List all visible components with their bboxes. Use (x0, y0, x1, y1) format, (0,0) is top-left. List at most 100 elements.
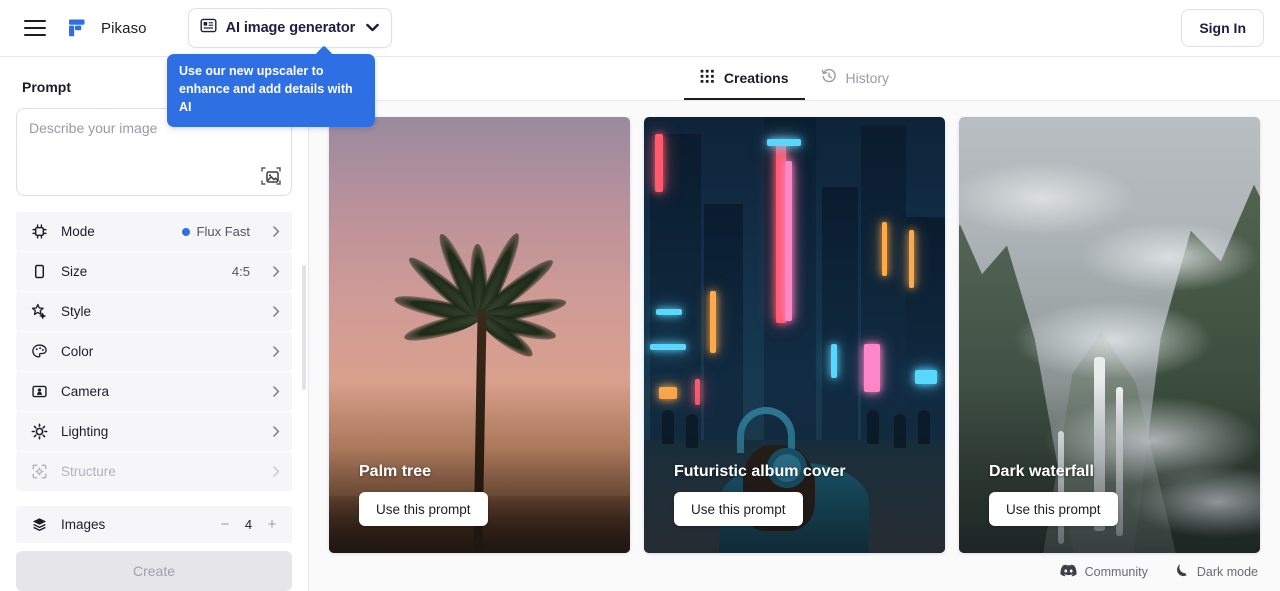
ai-image-generator-icon (200, 17, 217, 39)
sidebar-option-label: Camera (61, 384, 110, 400)
tab-label: Creations (723, 69, 789, 86)
structure-icon (30, 463, 48, 481)
use-this-prompt-button[interactable]: Use this prompt (674, 492, 803, 526)
footer-label: Community (1084, 565, 1148, 579)
waterfall-mist (959, 160, 1137, 235)
chip-svg (31, 224, 47, 239)
product-switcher-label: AI image generator (225, 20, 356, 36)
chevron-down-svg (365, 23, 379, 32)
layers-icon (30, 516, 48, 534)
sidebar-option-label: Size (61, 264, 88, 280)
sidebar-option-label: Structure (61, 464, 116, 480)
sidebar-scrollbar[interactable] (302, 265, 306, 390)
waterfall-mist (1013, 300, 1214, 381)
grid-svg (700, 69, 714, 83)
discord-svg (1060, 564, 1077, 577)
sidebar-option-value-mode: Flux Fast (181, 224, 250, 239)
sidebar-option-camera[interactable]: Camera (16, 372, 292, 412)
use-this-prompt-button[interactable]: Use this prompt (989, 492, 1118, 526)
images-increment-button[interactable]: + (266, 517, 278, 532)
community-link[interactable]: Community (1060, 564, 1148, 580)
neon-sign (908, 230, 914, 289)
main-panel: Creations History Palm tree Use this pro… (309, 57, 1280, 591)
sun-svg (31, 423, 47, 440)
chip-icon (30, 223, 48, 241)
chevron-right-icon (273, 306, 280, 318)
tooltip-text: Use our new upscaler to enhance and add … (179, 64, 353, 114)
neon-sign (914, 369, 937, 384)
rectangle-icon (30, 263, 48, 281)
chevron-right-icon (273, 226, 280, 238)
sparkle-star-svg (31, 304, 46, 320)
creation-card-dark-waterfall[interactable]: Dark waterfall Use this prompt (959, 117, 1260, 553)
tab-bar: Creations History (309, 57, 1280, 101)
hamburger-bar (24, 27, 46, 29)
tab-history[interactable]: History (805, 57, 906, 100)
sidebar-option-lighting[interactable]: Lighting (16, 412, 292, 452)
use-this-prompt-button[interactable]: Use this prompt (359, 492, 488, 526)
ai-image-generator-svg (200, 18, 217, 33)
neon-sign (767, 138, 802, 146)
grid-icon (700, 69, 715, 87)
sidebar-option-value-size: 4:5 (231, 264, 250, 280)
footer-label: Dark mode (1196, 565, 1258, 579)
top-bar: Pikaso AI image generator Sign In (0, 0, 1280, 57)
camera-frame-icon (30, 383, 48, 401)
creation-card-palm-tree[interactable]: Palm tree Use this prompt (329, 117, 630, 553)
create-button[interactable]: Create (16, 551, 292, 591)
images-label: Images (61, 517, 106, 533)
app-root: Pikaso AI image generator Sign In Use ou… (0, 0, 1280, 591)
product-switcher-button[interactable]: AI image generator (187, 8, 392, 48)
chevron-right-icon (273, 346, 280, 358)
history-clock-svg (821, 68, 836, 83)
images-decrement-button[interactable]: − (219, 517, 231, 532)
images-count-row: Images − 4 + (16, 506, 292, 544)
upscaler-tooltip[interactable]: Use our new upscaler to enhance and add … (167, 45, 375, 128)
app-body: Prompt Describe your image Mode Flux Fas… (0, 57, 1280, 591)
sidebar-option-mode[interactable]: Mode Flux Fast (16, 212, 292, 252)
main-footer: Community Dark mode (309, 555, 1280, 591)
sun-icon (30, 423, 48, 441)
hamburger-bar (24, 34, 46, 36)
chevron-down-icon[interactable] (365, 19, 379, 37)
camera-frame-svg (31, 386, 47, 398)
palette-svg (31, 344, 47, 358)
tab-label: History (845, 69, 890, 86)
creation-card-futuristic-album-cover[interactable]: Futuristic album cover Use this prompt (644, 117, 945, 553)
neon-sign (656, 308, 683, 315)
neon-sign (830, 343, 837, 378)
sidebar-option-color[interactable]: Color (16, 332, 292, 372)
chevron-right-icon (273, 266, 280, 278)
sign-in-button[interactable]: Sign In (1181, 9, 1264, 47)
dark-mode-toggle[interactable]: Dark mode (1174, 563, 1258, 581)
creations-gallery: Palm tree Use this prompt Futuristic alb… (309, 101, 1280, 555)
sidebar-option-label: Style (61, 304, 92, 320)
layers-svg (32, 518, 46, 532)
neon-sign (654, 134, 663, 193)
sidebar-option-style[interactable]: Style (16, 292, 292, 332)
sidebar-inner: Prompt Describe your image Mode Flux Fas… (0, 57, 308, 591)
sidebar-option-label: Lighting (61, 424, 109, 440)
sparkle-star-icon (30, 303, 48, 321)
images-count-value: 4 (244, 517, 253, 533)
hamburger-menu-icon[interactable] (24, 20, 46, 36)
chevron-right-icon (273, 466, 280, 478)
sidebar-option-structure: Structure (16, 452, 292, 492)
option-list: Mode Flux Fast Size 4:5 Style Color Came… (16, 212, 292, 492)
freepik-logo-icon[interactable] (68, 18, 87, 38)
moon-svg (1176, 564, 1187, 577)
hamburger-bar (24, 20, 46, 22)
tab-creations[interactable]: Creations (683, 57, 805, 100)
image-upload-svg (261, 167, 281, 186)
mode-status-dot (181, 227, 190, 236)
chevron-right-icon (273, 426, 280, 438)
sidebar-option-size[interactable]: Size 4:5 (16, 252, 292, 292)
history-clock-icon (821, 68, 837, 87)
image-upload-icon[interactable] (260, 165, 282, 187)
neon-sign (650, 343, 687, 350)
rectangle-svg (34, 265, 44, 279)
sidebar: Prompt Describe your image Mode Flux Fas… (0, 57, 309, 591)
moon-icon (1174, 563, 1189, 581)
sidebar-option-label: Mode (61, 224, 95, 240)
images-stepper: − 4 + (219, 517, 278, 532)
